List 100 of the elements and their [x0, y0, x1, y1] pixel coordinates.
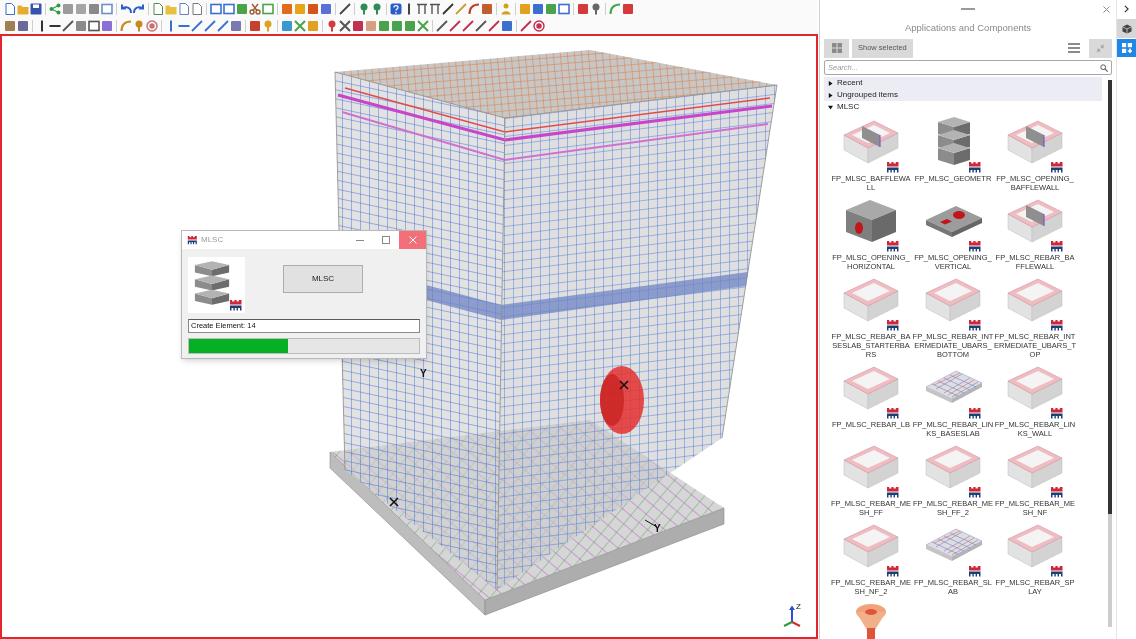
pin-icon[interactable] [358, 2, 370, 15]
component-thumbnail[interactable] [1004, 275, 1066, 325]
square-icon[interactable] [519, 2, 531, 15]
frame-icon[interactable] [210, 2, 222, 15]
component-thumbnail[interactable] [840, 442, 902, 492]
frame-icon[interactable] [262, 2, 274, 15]
frame-icon[interactable] [223, 2, 235, 15]
component-thumbnail[interactable] [840, 117, 902, 167]
square-icon[interactable] [532, 2, 544, 15]
dialog-title: MLSC [201, 234, 224, 246]
circle-icon[interactable] [146, 19, 158, 32]
square-icon[interactable] [75, 2, 87, 15]
close-button[interactable] [399, 231, 426, 249]
component-thumbnail[interactable] [1004, 521, 1066, 571]
line-icon[interactable] [436, 19, 448, 32]
chevron-right-icon[interactable] [1124, 5, 1129, 13]
pin-icon[interactable] [326, 19, 338, 32]
square-icon[interactable] [62, 2, 74, 15]
redo-icon[interactable] [133, 2, 145, 15]
square-icon[interactable] [365, 19, 377, 32]
component-thumbnail[interactable] [840, 521, 902, 571]
square-icon[interactable] [4, 19, 16, 32]
save-icon[interactable] [30, 2, 42, 15]
menu-icon[interactable] [1068, 43, 1080, 53]
square-icon[interactable] [378, 19, 390, 32]
component-thumbnail[interactable] [1004, 363, 1066, 413]
frame-icon[interactable] [101, 2, 113, 15]
tree-item[interactable]: Ungrouped items [824, 89, 1102, 101]
line-icon[interactable] [62, 19, 74, 32]
grid-view-button[interactable] [824, 38, 849, 58]
logo-icon [886, 486, 900, 498]
line-icon[interactable] [339, 2, 351, 15]
scrollbar-thumb[interactable] [1108, 80, 1112, 514]
square-icon[interactable] [391, 19, 403, 32]
square-icon[interactable] [481, 2, 493, 15]
logo-icon [886, 319, 900, 331]
square-icon[interactable] [281, 2, 293, 15]
arc-icon[interactable] [609, 2, 621, 15]
square-icon[interactable] [352, 19, 364, 32]
page-icon[interactable] [4, 2, 16, 15]
frame-icon[interactable] [88, 19, 100, 32]
axis-label: Y [654, 523, 661, 534]
cross-icon[interactable] [294, 19, 306, 32]
cross-icon[interactable] [417, 19, 429, 32]
square-icon[interactable] [281, 19, 293, 32]
apps-button[interactable] [1117, 39, 1136, 57]
arc-icon[interactable] [468, 2, 480, 15]
square-icon[interactable] [17, 19, 29, 32]
square-icon[interactable] [236, 2, 248, 15]
scissors-icon[interactable] [249, 2, 261, 15]
drag-handle-icon[interactable] [960, 8, 975, 10]
scrollbar-track[interactable] [1108, 80, 1112, 627]
square-icon[interactable] [230, 19, 242, 32]
page-icon[interactable] [178, 2, 190, 15]
line-icon[interactable] [449, 19, 461, 32]
square-icon[interactable] [249, 19, 261, 32]
collapse-button[interactable] [1089, 38, 1112, 58]
cube-button[interactable] [1117, 19, 1136, 38]
component-thumbnail[interactable] [840, 275, 902, 325]
columns-icon[interactable] [416, 2, 428, 15]
line-icon[interactable] [488, 19, 500, 32]
square-icon[interactable] [307, 19, 319, 32]
pin-icon[interactable] [590, 2, 602, 15]
square-icon[interactable] [577, 2, 589, 15]
component-thumbnail[interactable] [1004, 442, 1066, 492]
undo-icon[interactable] [120, 2, 132, 15]
component-thumbnail[interactable] [1004, 196, 1066, 246]
square-icon[interactable] [545, 2, 557, 15]
component-thumbnail[interactable] [1004, 117, 1066, 167]
line-icon[interactable] [442, 2, 454, 15]
pin-icon[interactable] [133, 19, 145, 32]
tree-item[interactable]: Recent [824, 77, 1102, 89]
square-icon[interactable] [88, 2, 100, 15]
columns-icon[interactable] [429, 2, 441, 15]
square-icon[interactable] [622, 2, 634, 15]
person-icon[interactable] [500, 2, 512, 15]
square-icon[interactable] [75, 19, 87, 32]
search-icon[interactable] [1100, 63, 1108, 72]
line-icon[interactable] [520, 19, 532, 32]
close-icon[interactable] [1103, 5, 1110, 13]
mlsc-button[interactable]: MLSC [283, 265, 363, 293]
page-icon[interactable] [191, 2, 203, 15]
circle-icon[interactable] [533, 19, 545, 32]
arc-icon[interactable] [120, 19, 132, 32]
line-icon[interactable] [475, 19, 487, 32]
square-icon[interactable] [101, 19, 113, 32]
square-icon[interactable] [307, 2, 319, 15]
frame-icon[interactable] [558, 2, 570, 15]
component-thumbnail[interactable] [922, 442, 984, 492]
page-icon[interactable] [152, 2, 164, 15]
share-icon[interactable] [49, 2, 61, 15]
square-icon[interactable] [404, 19, 416, 32]
help-icon[interactable] [390, 2, 402, 15]
square-icon[interactable] [320, 2, 332, 15]
component-thumbnail[interactable] [922, 275, 984, 325]
line-icon[interactable] [462, 19, 474, 32]
component-thumbnail[interactable] [840, 363, 902, 413]
cross-icon[interactable] [339, 19, 351, 32]
pin-icon[interactable] [371, 2, 383, 15]
square-icon[interactable] [501, 19, 513, 32]
